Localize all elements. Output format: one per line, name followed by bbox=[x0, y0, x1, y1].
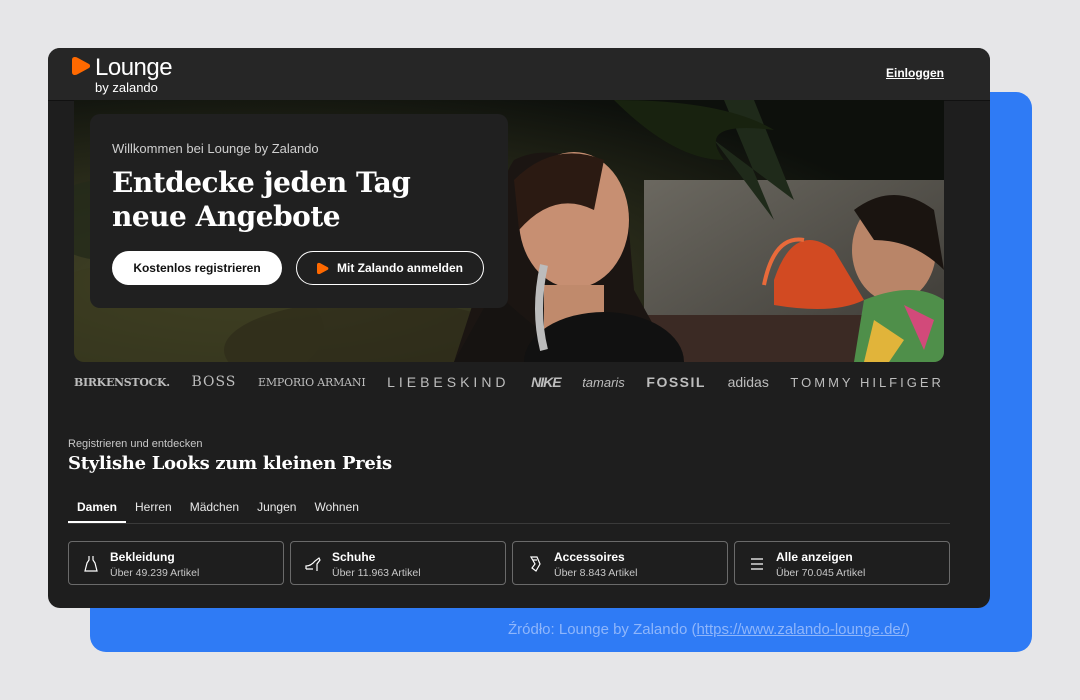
category-count: Über 70.045 Artikel bbox=[776, 567, 866, 579]
zalando-login-label: Mit Zalando anmelden bbox=[336, 261, 463, 275]
brand-logo-fossil[interactable]: FOSSIL bbox=[646, 374, 706, 390]
logo-subtitle: by zalando bbox=[95, 80, 158, 95]
logo-word: Lounge bbox=[95, 54, 173, 81]
login-link[interactable]: Einloggen bbox=[886, 66, 944, 80]
category-card-schuhe[interactable]: Schuhe Über 11.963 Artikel bbox=[290, 541, 506, 585]
tab-jungen[interactable]: Jungen bbox=[248, 498, 305, 522]
category-count: Über 11.963 Artikel bbox=[332, 567, 421, 579]
top-bar: Lounge by zalando Einloggen bbox=[48, 48, 990, 101]
category-card-bekleidung[interactable]: Bekleidung Über 49.239 Artikel bbox=[68, 541, 284, 585]
register-button[interactable]: Kostenlos registrieren bbox=[112, 251, 282, 285]
category-name: Alle anzeigen bbox=[776, 550, 853, 564]
tab-herren[interactable]: Herren bbox=[126, 498, 181, 522]
category-name: Schuhe bbox=[332, 550, 376, 564]
brand-logo-emporio-armani[interactable]: EMPORIO ARMANI bbox=[258, 376, 366, 389]
source-caption: Źródło: Lounge by Zalando (https://www.z… bbox=[508, 621, 910, 638]
brand-strip: BIRKENSTOCK. BOSS EMPORIO ARMANI LIEBESK… bbox=[74, 370, 944, 394]
tab-damen[interactable]: Damen bbox=[68, 498, 127, 523]
play-logo-icon bbox=[72, 57, 91, 75]
tab-wohnen[interactable]: Wohnen bbox=[305, 498, 367, 522]
category-card-accessoires[interactable]: Accessoires Über 8.843 Artikel bbox=[512, 541, 728, 585]
list-icon bbox=[751, 558, 763, 570]
zalando-play-icon bbox=[316, 262, 329, 274]
accessory-icon bbox=[529, 556, 541, 572]
brand-logo-boss[interactable]: BOSS bbox=[191, 374, 236, 390]
category-cards: Bekleidung Über 49.239 Artikel Schuhe Üb… bbox=[68, 541, 950, 587]
category-count: Über 8.843 Artikel bbox=[554, 567, 638, 579]
shoe-icon bbox=[305, 557, 321, 571]
brand-logo-birkenstock[interactable]: BIRKENSTOCK. bbox=[74, 376, 170, 389]
caption-end: ) bbox=[904, 621, 910, 638]
brand-logo-tommy-hilfiger[interactable]: TOMMY HILFIGER bbox=[790, 375, 943, 390]
caption-link[interactable]: https://www.zalando-lounge.de/ bbox=[696, 621, 904, 638]
category-name: Bekleidung bbox=[110, 550, 175, 564]
category-card-alle[interactable]: Alle anzeigen Über 70.045 Artikel bbox=[734, 541, 950, 585]
caption-text: Źródło: Lounge by Zalando ( bbox=[508, 621, 697, 638]
dress-icon bbox=[84, 556, 98, 572]
category-count: Über 49.239 Artikel bbox=[110, 567, 200, 579]
brand-logo-nike[interactable]: NIKE bbox=[531, 374, 561, 390]
section-kicker: Registrieren und entdecken bbox=[68, 438, 203, 450]
tab-maedchen[interactable]: Mädchen bbox=[181, 498, 248, 522]
browser-window: Lounge by zalando Einloggen Willkommen b… bbox=[48, 48, 990, 608]
category-tabs: Damen Herren Mädchen Jungen Wohnen bbox=[68, 498, 950, 524]
brand-logo-tamaris[interactable]: tamaris bbox=[582, 375, 625, 390]
brand-logo-liebeskind[interactable]: LIEBESKIND bbox=[387, 374, 509, 390]
hero-title: Entdecke jeden Tag neue Angebote bbox=[112, 166, 411, 233]
brand-logo-adidas[interactable]: adidas bbox=[728, 374, 769, 390]
hero-kicker: Willkommen bei Lounge by Zalando bbox=[112, 141, 319, 156]
register-button-label: Kostenlos registrieren bbox=[133, 261, 261, 275]
zalando-login-button[interactable]: Mit Zalando anmelden bbox=[296, 251, 484, 285]
category-name: Accessoires bbox=[554, 550, 625, 564]
section-title: Stylishe Looks zum kleinen Preis bbox=[68, 453, 392, 474]
